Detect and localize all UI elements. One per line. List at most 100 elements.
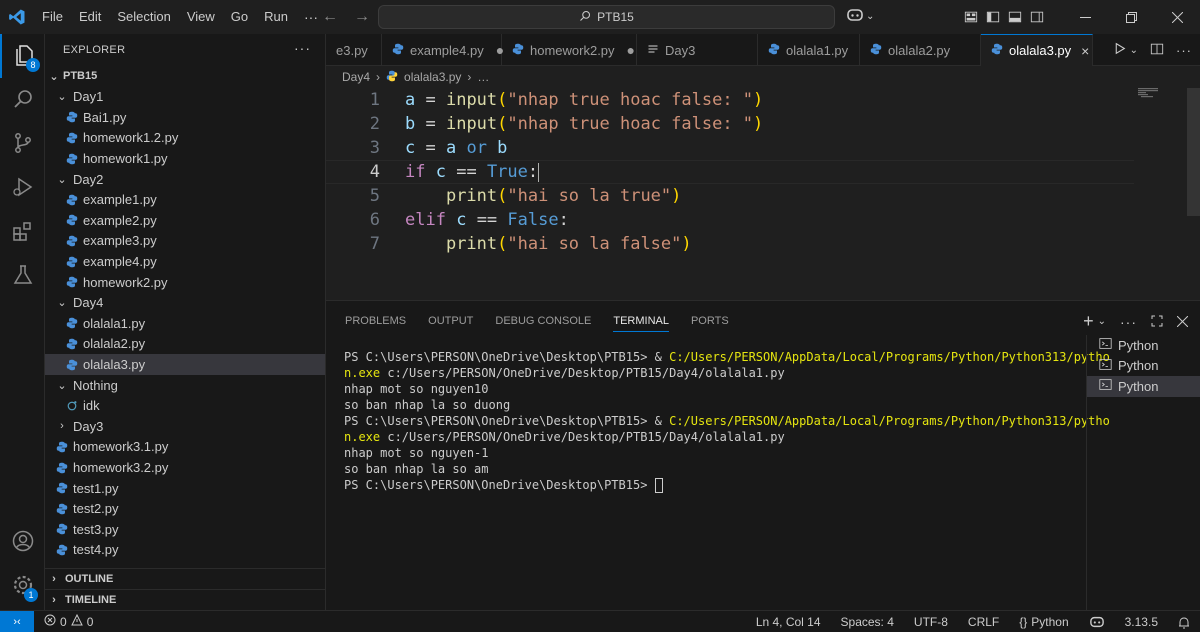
tree-file[interactable]: olalala1.py (45, 313, 325, 334)
close-panel-icon[interactable] (1176, 314, 1189, 330)
maximize-panel-icon[interactable] (1151, 314, 1163, 330)
tree-folder[interactable]: ⌄ Day1 (45, 87, 325, 108)
source-control-activity[interactable] (0, 122, 45, 166)
tree-folder[interactable]: ⌄ Day2 (45, 169, 325, 190)
more-actions-button[interactable]: ··· (1176, 43, 1192, 58)
explorer-more-actions-button[interactable]: ··· (294, 40, 311, 56)
tree-file[interactable]: test4.py (45, 540, 325, 561)
breadcrumb-file[interactable]: olalala3.py (404, 70, 461, 84)
editor-tab[interactable]: olalala3.py × (981, 34, 1093, 66)
accounts-activity[interactable] (0, 520, 45, 564)
terminal-instance[interactable]: Python (1087, 335, 1200, 356)
outline-section[interactable]: › OUTLINE (45, 568, 325, 589)
menu-view[interactable]: View (179, 0, 223, 34)
tree-file[interactable]: homework3.2.py (45, 457, 325, 478)
terminal-line: so ban nhap la so duong (344, 397, 1084, 413)
tree-file[interactable]: olalala2.py (45, 334, 325, 355)
unsaved-dot-icon[interactable]: ● (627, 42, 635, 58)
run-python-file-icon[interactable] (1113, 42, 1126, 58)
terminal-instance[interactable]: Python (1087, 376, 1200, 397)
encoding[interactable]: UTF-8 (904, 615, 958, 629)
tab-ports[interactable]: PORTS (691, 315, 729, 327)
tree-folder[interactable]: › Day3 (45, 416, 325, 437)
tab-problems[interactable]: PROBLEMS (345, 315, 406, 327)
editor-scrollbar[interactable] (1187, 88, 1200, 216)
restore-icon[interactable] (1108, 0, 1154, 34)
tree-file[interactable]: example4.py (45, 251, 325, 272)
toggle-primary-sidebar-icon[interactable] (982, 0, 1004, 34)
minimap[interactable] (1138, 86, 1186, 98)
testing-activity[interactable] (0, 254, 45, 298)
language-mode[interactable]: {} Python (1009, 615, 1078, 629)
tree-file[interactable]: test3.py (45, 519, 325, 540)
editor-tab[interactable]: example4.py ● (382, 34, 504, 66)
search-activity[interactable] (0, 78, 45, 122)
editor-tab[interactable]: e3.py (326, 34, 382, 66)
back-arrow-icon[interactable]: ← (322, 8, 338, 26)
menu-selection[interactable]: Selection (109, 0, 178, 34)
tree-file[interactable]: test2.py (45, 499, 325, 520)
terminal-instance[interactable]: Python (1087, 356, 1200, 377)
more-actions-button[interactable]: ··· (1120, 314, 1137, 330)
language-label: Python (1031, 615, 1069, 629)
new-terminal-icon[interactable]: + (1083, 311, 1094, 332)
toggle-secondary-sidebar-icon[interactable] (1026, 0, 1048, 34)
extensions-activity[interactable] (0, 210, 45, 254)
breadcrumb-symbols[interactable]: … (477, 70, 489, 84)
tree-file[interactable]: homework1.2.py (45, 128, 325, 149)
tab-debug-console[interactable]: DEBUG CONSOLE (495, 315, 591, 327)
workspace-root[interactable]: ⌄ PTB15 (45, 66, 325, 87)
python-file-icon (65, 234, 79, 248)
explorer-activity[interactable]: 8 (0, 34, 45, 78)
terminal-output[interactable]: PS C:\Users\PERSON\OneDrive\Desktop\PTB1… (344, 349, 1110, 493)
tree-folder[interactable]: ⌄ Nothing (45, 375, 325, 396)
minimize-icon[interactable] (1062, 0, 1108, 34)
indentation[interactable]: Spaces: 4 (831, 615, 904, 629)
menu-edit[interactable]: Edit (71, 0, 109, 34)
tree-file[interactable]: homework1.py (45, 148, 325, 169)
menu-file[interactable]: File (34, 0, 71, 34)
tree-file[interactable]: example2.py (45, 210, 325, 231)
close-window-icon[interactable] (1154, 0, 1200, 34)
notifications-bell-icon[interactable] (1168, 616, 1200, 629)
line-number: 1 (369, 90, 380, 110)
tree-file[interactable]: homework3.1.py (45, 437, 325, 458)
code-editor[interactable]: 1 a = input("nhap true hoac false: ") 2 … (326, 88, 1186, 296)
tab-output[interactable]: OUTPUT (428, 315, 473, 327)
problems-status[interactable]: 0 0 (34, 613, 103, 629)
cursor-position[interactable]: Ln 4, Col 14 (746, 615, 831, 629)
manage-activity[interactable]: 1 (0, 564, 45, 608)
tree-file[interactable]: test1.py (45, 478, 325, 499)
menu-go[interactable]: Go (223, 0, 256, 34)
editor-tab[interactable]: olalala1.py (758, 34, 860, 66)
end-of-line[interactable]: CRLF (958, 615, 1009, 629)
customize-layout-icon[interactable] (960, 0, 982, 34)
timeline-section[interactable]: › TIMELINE (45, 589, 325, 610)
chevron-down-icon[interactable]: ⌄ (1130, 45, 1138, 56)
tree-folder[interactable]: ⌄ Day4 (45, 293, 325, 314)
chevron-down-icon[interactable]: ⌄ (1098, 316, 1106, 327)
copilot-button[interactable]: ⌄ (846, 7, 874, 26)
tab-terminal[interactable]: TERMINAL (613, 315, 669, 332)
breadcrumb-folder[interactable]: Day4 (342, 70, 370, 84)
tree-file[interactable]: olalala3.py (45, 354, 325, 375)
editor-tab[interactable]: olalala2.py (860, 34, 981, 66)
forward-arrow-icon[interactable]: → (354, 8, 370, 26)
tree-file[interactable]: example3.py (45, 231, 325, 252)
close-tab-icon[interactable]: × (1081, 43, 1089, 59)
python-version[interactable]: 3.13.5 (1115, 615, 1168, 629)
tree-file[interactable]: example1.py (45, 190, 325, 211)
menu-run[interactable]: Run (256, 0, 296, 34)
run-debug-activity[interactable] (0, 166, 45, 210)
editor-tab[interactable]: Day3 (637, 34, 758, 66)
python-file-icon (65, 193, 79, 207)
remote-indicator[interactable]: ›‹ (0, 610, 34, 632)
toggle-panel-icon[interactable] (1004, 0, 1026, 34)
tree-file[interactable]: Bai1.py (45, 107, 325, 128)
split-editor-icon[interactable] (1150, 42, 1164, 59)
copilot-status-icon[interactable] (1079, 615, 1115, 629)
tree-file[interactable]: idk (45, 396, 325, 417)
command-center-search[interactable]: PTB15 (378, 5, 835, 29)
tree-file[interactable]: homework2.py (45, 272, 325, 293)
editor-tab[interactable]: homework2.py ● (502, 34, 637, 66)
